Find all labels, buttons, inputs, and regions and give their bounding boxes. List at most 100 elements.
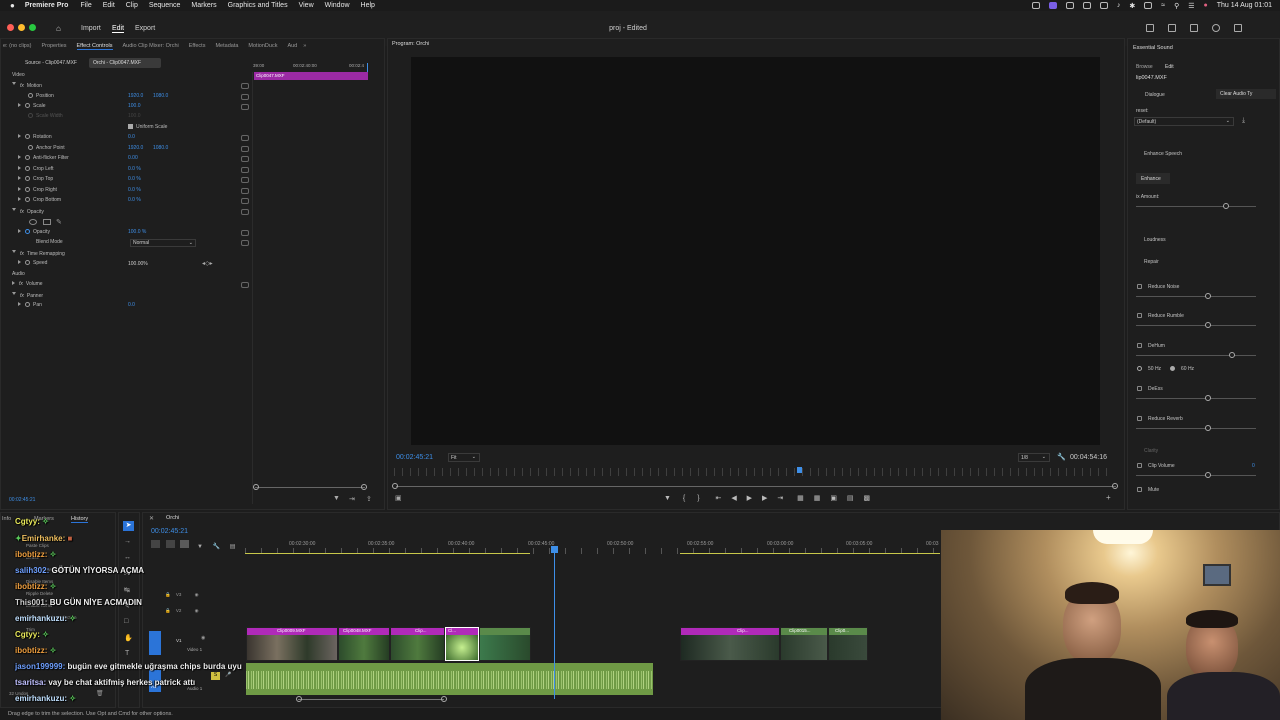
ec-anti-flicker-value[interactable]: 0.00 — [128, 155, 138, 165]
ec-crop-right-value[interactable]: 0.0 % — [128, 187, 141, 197]
loudness-header[interactable]: Loudness — [1144, 237, 1166, 243]
ec-position-x[interactable]: 1920.0 — [128, 93, 143, 103]
clip-volume-slider[interactable] — [1136, 475, 1256, 476]
reduce-rumble-checkbox[interactable] — [1137, 313, 1142, 318]
ec-speed[interactable]: Speed — [18, 260, 47, 270]
share-effects-icon[interactable]: ⇪ — [366, 495, 372, 503]
stopwatch-icon[interactable] — [28, 145, 33, 150]
program-time-ruler[interactable] — [394, 468, 1110, 476]
stopwatch-icon[interactable] — [25, 229, 30, 234]
timeline-clip[interactable]: Clip0009.MXF — [246, 627, 338, 661]
timeline-clip[interactable]: Clip0015... — [780, 627, 828, 661]
menu-window[interactable]: Window — [325, 2, 350, 9]
dehum-knob[interactable] — [1229, 352, 1235, 358]
reset-icon[interactable] — [241, 177, 249, 183]
tab-effect-controls[interactable]: Effect Controls — [76, 43, 113, 50]
share-icon[interactable] — [1168, 24, 1176, 32]
tab-history[interactable]: History — [71, 516, 89, 523]
tab-no-clips[interactable]: e: (no clips) — [3, 43, 31, 49]
reset-icon[interactable] — [241, 240, 249, 246]
snap-icon[interactable] — [165, 540, 175, 548]
expand-icon[interactable] — [18, 166, 21, 170]
menu-edit[interactable]: Edit — [103, 2, 115, 9]
reduce-reverb-checkbox[interactable] — [1137, 416, 1142, 421]
ec-position-y[interactable]: 1080.0 — [153, 93, 168, 103]
stopwatch-icon[interactable] — [25, 103, 30, 108]
type-tool-icon[interactable]: T — [125, 650, 129, 657]
solo-button[interactable]: S — [211, 672, 220, 680]
tab-properties[interactable]: Properties — [41, 43, 66, 49]
ec-crop-bottom[interactable]: Crop Bottom — [18, 197, 61, 207]
apple-icon[interactable]: ● — [10, 1, 15, 10]
expand-icon[interactable] — [18, 302, 21, 306]
track-header-v3[interactable]: 🔒 V3 ◉ — [149, 592, 199, 598]
ec-zoom-bar[interactable] — [255, 487, 365, 488]
ec-anti-flicker[interactable]: Anti-flicker Filter — [18, 155, 69, 165]
mark-in-icon[interactable]: { — [683, 495, 685, 502]
ec-crop-left-value[interactable]: 0.0 % — [128, 166, 141, 176]
timeline-clip[interactable]: Clip0... — [828, 627, 868, 661]
dehum-checkbox[interactable] — [1137, 343, 1142, 348]
ripple-edit-tool-icon[interactable]: ↔ — [124, 554, 131, 561]
eye-icon[interactable]: ◉ — [195, 592, 199, 597]
repair-header[interactable]: Repair — [1144, 259, 1159, 265]
mix-amount-slider[interactable] — [1136, 206, 1256, 207]
clear-audio-type-button[interactable]: Clear Audio Ty — [1216, 89, 1276, 99]
rectangle-tool-icon[interactable]: □ — [124, 618, 128, 625]
reduce-noise-knob[interactable] — [1205, 293, 1211, 299]
stopwatch-icon[interactable] — [25, 134, 30, 139]
menu-graphics[interactable]: Graphics and Titles — [228, 2, 288, 9]
ec-scale-value[interactable]: 100.0 — [128, 103, 141, 113]
es-browse-tab[interactable]: Browse — [1136, 64, 1153, 70]
status-icon-2[interactable] — [1048, 2, 1057, 9]
eye-icon[interactable]: ◉ — [195, 608, 199, 613]
reset-icon[interactable] — [241, 83, 249, 89]
wifi-icon[interactable]: ≈ — [1161, 2, 1165, 9]
ec-anchor-y[interactable]: 1080.0 — [153, 145, 168, 155]
play-icon[interactable]: ▶ — [747, 495, 752, 502]
stopwatch-icon[interactable] — [25, 260, 30, 265]
status-icon-4[interactable] — [1082, 2, 1091, 9]
volume-icon[interactable]: ♪ — [1117, 2, 1121, 9]
expand-icon[interactable] — [18, 197, 21, 201]
reset-icon[interactable] — [241, 230, 249, 236]
bluetooth-icon[interactable]: ✱ — [1129, 2, 1135, 10]
blend-mode-dropdown[interactable]: Normal ⌄ — [130, 239, 196, 247]
ec-position[interactable]: Position — [28, 93, 54, 103]
reset-icon[interactable] — [241, 104, 249, 110]
mask-ellipse-icon[interactable] — [29, 219, 37, 225]
menu-markers[interactable]: Markers — [191, 2, 216, 9]
hz60-radio[interactable] — [1170, 366, 1175, 371]
add-button-icon[interactable]: + — [1106, 493, 1111, 502]
status-icon-1[interactable] — [1031, 2, 1040, 9]
program-zoom-bar[interactable] — [396, 486, 1116, 487]
stopwatch-icon[interactable] — [25, 155, 30, 160]
timeline-close-icon[interactable]: ✕ — [149, 515, 154, 522]
ec-anchor-x[interactable]: 1920.0 — [128, 145, 143, 155]
mute-checkbox[interactable] — [1137, 487, 1142, 492]
ec-pan[interactable]: Pan — [18, 302, 42, 312]
hz50-radio[interactable] — [1137, 366, 1142, 371]
ec-zoom-handle-left[interactable] — [253, 484, 259, 490]
tab-audio-clip-mixer[interactable]: Audio Clip Mixer: Orchi — [123, 43, 179, 49]
timeline-clip[interactable]: Clip0048.MXF — [338, 627, 390, 661]
reduce-reverb-knob[interactable] — [1205, 425, 1211, 431]
reduce-rumble-knob[interactable] — [1205, 322, 1211, 328]
control-center-icon[interactable]: ☰ — [1188, 2, 1194, 10]
timeline-settings-icon[interactable]: 🔧 — [213, 544, 220, 550]
ec-opacity[interactable]: Opacity — [18, 229, 50, 239]
timeline-clip[interactable] — [479, 627, 531, 661]
linked-selection-icon[interactable] — [180, 540, 190, 548]
source-clip-selector[interactable]: Source - Clip0047.MXF — [25, 60, 77, 66]
expand-icon[interactable] — [18, 176, 21, 180]
help-search-icon[interactable] — [1212, 24, 1220, 32]
sequence-clip-selector[interactable]: Orchi - Clip0047.MXF — [89, 58, 161, 68]
resolution-dropdown[interactable]: 1/8 ⌄ — [1018, 453, 1050, 462]
clip-volume-knob[interactable] — [1205, 472, 1211, 478]
go-to-in-icon[interactable]: ⇤ — [715, 495, 721, 502]
ec-crop-left[interactable]: Crop Left — [18, 166, 54, 176]
stopwatch-icon[interactable] — [28, 93, 33, 98]
reduce-noise-slider[interactable] — [1136, 296, 1256, 297]
essential-sound-tab[interactable]: Essential Sound — [1133, 45, 1173, 51]
lift-icon[interactable]: ▦ — [797, 495, 804, 502]
